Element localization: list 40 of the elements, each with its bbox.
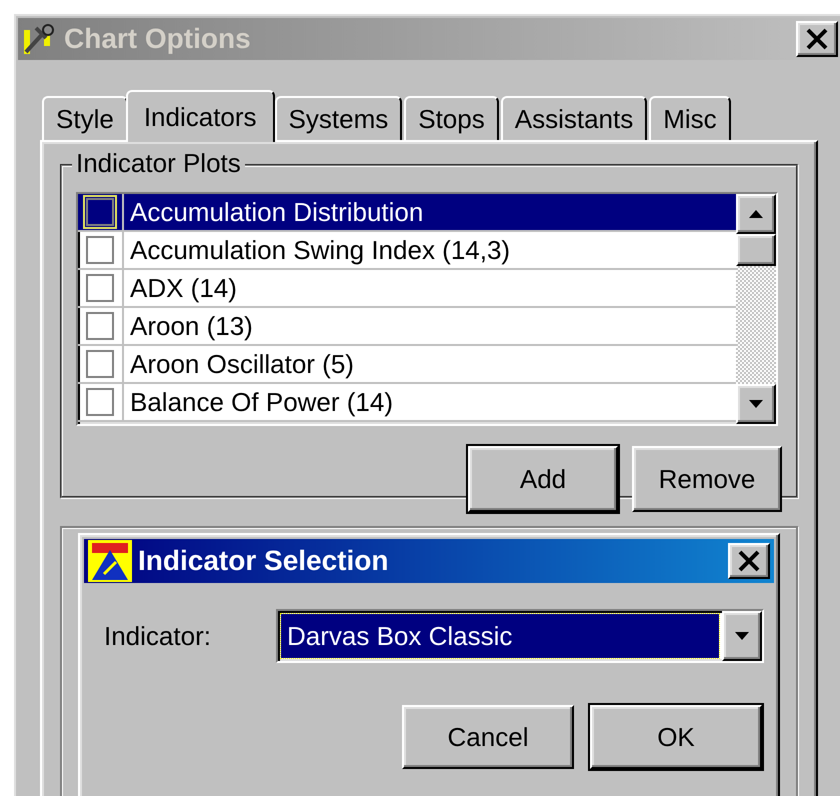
tab[interactable]: Style — [42, 96, 128, 140]
list-item[interactable]: Accumulation Distribution — [78, 194, 736, 232]
list-item[interactable]: Accumulation Swing Index (14,3) — [78, 232, 736, 270]
list-item[interactable]: ADX (14) — [78, 270, 736, 308]
tab[interactable]: Assistants — [500, 96, 648, 140]
list-item[interactable]: Balance Of Power (14) — [78, 384, 736, 422]
dialog-button[interactable]: Remove — [632, 446, 782, 512]
scroll-thumb[interactable] — [736, 234, 776, 266]
list-item[interactable]: Aroon (13) — [78, 308, 736, 346]
close-button[interactable] — [728, 543, 770, 579]
dialog-button[interactable]: Cancel — [402, 705, 574, 769]
checkbox[interactable] — [86, 274, 114, 302]
tab[interactable]: Stops — [404, 96, 499, 140]
indicator-dropdown[interactable]: Darvas Box Classic — [276, 609, 764, 663]
dialog-button[interactable]: Add — [468, 446, 618, 512]
checkbox[interactable] — [86, 236, 114, 264]
tab[interactable]: Misc — [649, 96, 731, 140]
dialog-button[interactable]: OK — [590, 705, 762, 769]
down-arrow-icon — [748, 399, 764, 409]
app-icon — [88, 540, 132, 582]
dropdown-button[interactable] — [722, 611, 762, 661]
field-label: Indicator: — [104, 620, 212, 652]
down-arrow-icon — [734, 631, 750, 641]
scrollbar[interactable] — [736, 194, 776, 424]
close-icon — [805, 28, 829, 50]
checkbox[interactable] — [86, 198, 114, 226]
list-item[interactable]: Aroon Oscillator (5) — [78, 346, 736, 384]
checkbox[interactable] — [86, 350, 114, 378]
up-arrow-icon — [748, 209, 764, 219]
window-title: Chart Options — [64, 23, 252, 55]
scroll-up-button[interactable] — [736, 194, 776, 234]
dialog-title: Indicator Selection — [138, 545, 390, 577]
tab[interactable]: Indicators — [126, 90, 275, 142]
close-button[interactable] — [796, 21, 838, 57]
checkbox[interactable] — [86, 388, 114, 416]
close-icon — [737, 550, 761, 572]
tab[interactable]: Systems — [274, 96, 402, 140]
scroll-down-button[interactable] — [736, 384, 776, 424]
dropdown-value: Darvas Box Classic — [281, 614, 719, 658]
checkbox[interactable] — [86, 312, 114, 340]
